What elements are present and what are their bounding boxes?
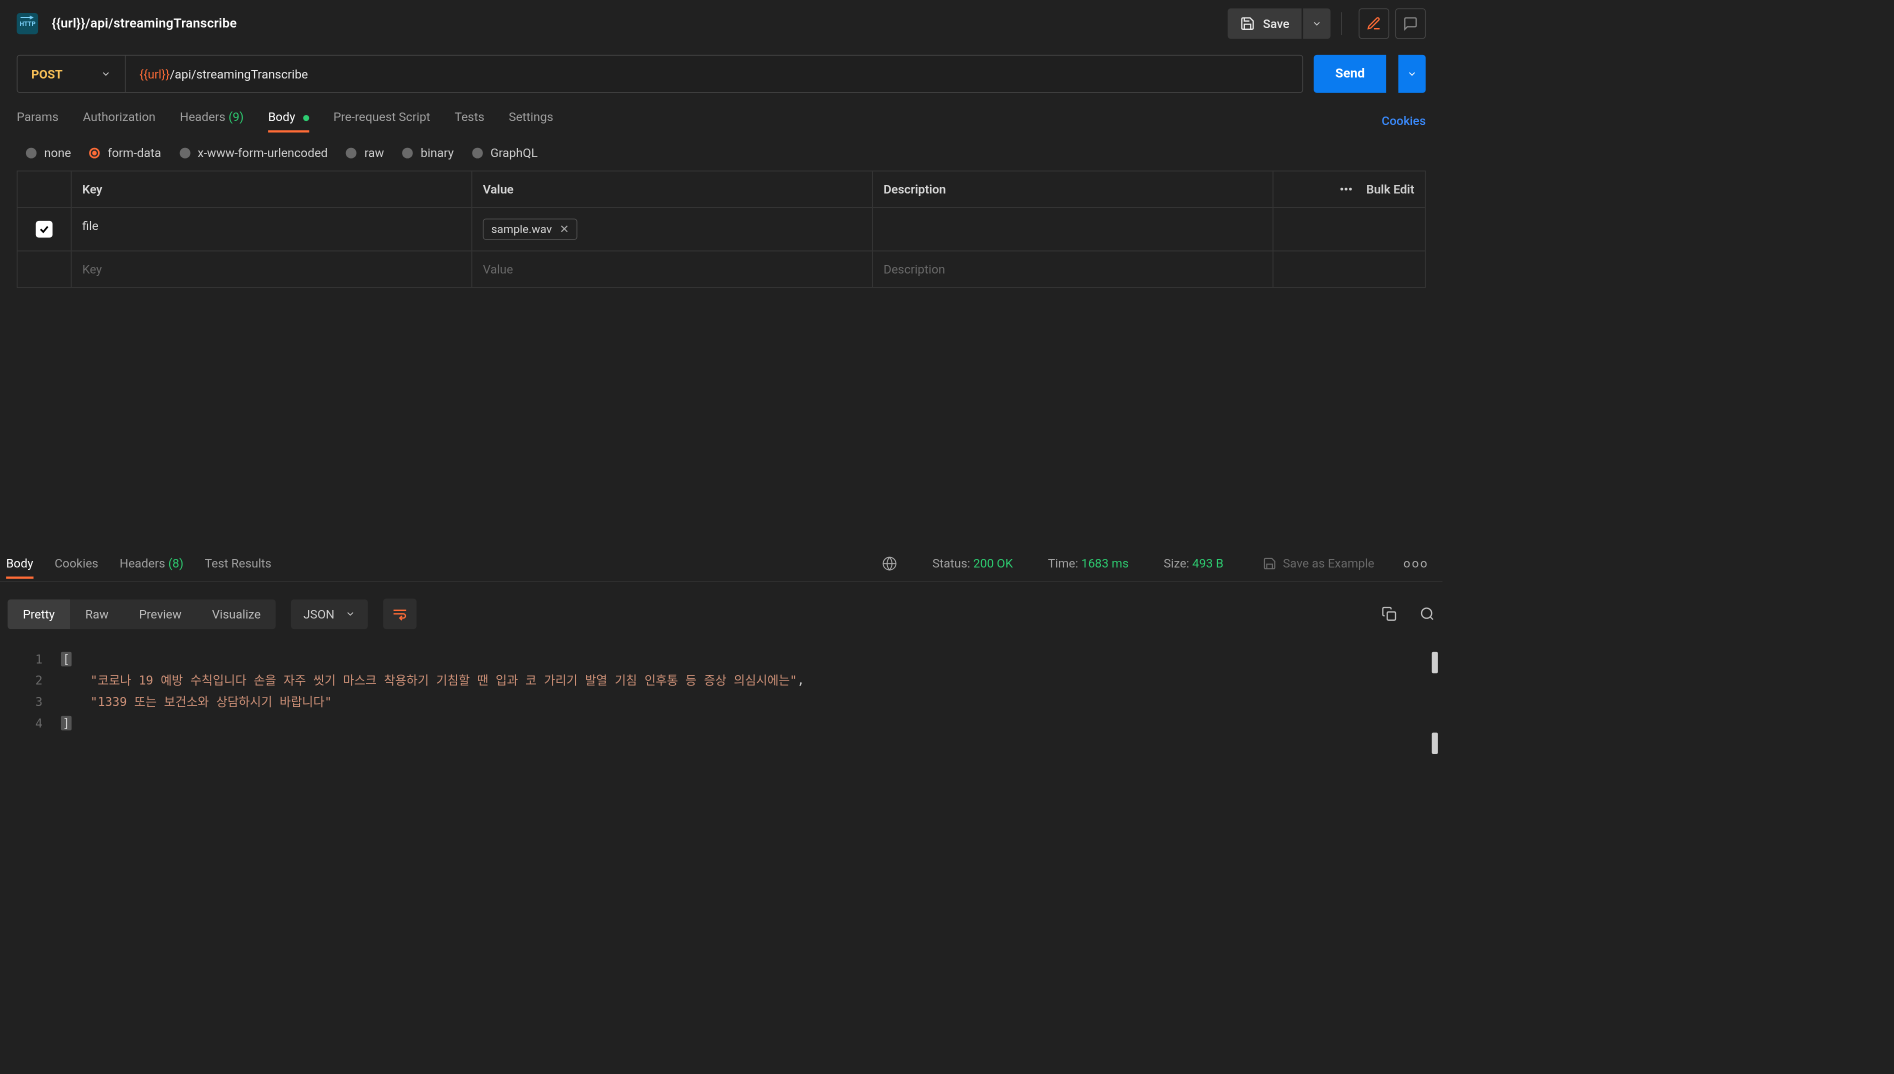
value-placeholder[interactable]: Value bbox=[471, 251, 872, 287]
body-modified-indicator bbox=[303, 115, 309, 121]
url-path: /api/streamingTranscribe bbox=[170, 67, 308, 81]
line-number: 3 bbox=[0, 692, 61, 713]
status-value: 200 OK bbox=[973, 556, 1013, 570]
line-number: 4 bbox=[0, 713, 61, 734]
scrollbar-thumb[interactable] bbox=[1432, 733, 1438, 754]
chevron-down-icon bbox=[345, 609, 356, 620]
code-line: 4] bbox=[0, 713, 1438, 734]
view-pretty[interactable]: Pretty bbox=[8, 599, 70, 629]
response-format-select[interactable]: JSON bbox=[291, 599, 368, 629]
row-key[interactable]: file bbox=[71, 208, 472, 251]
response-format-value: JSON bbox=[303, 607, 334, 621]
table-more-icon[interactable]: ••• bbox=[1340, 182, 1353, 196]
headers-count: (9) bbox=[228, 110, 243, 124]
url-variable: {{url}} bbox=[139, 67, 169, 81]
save-button[interactable]: Save bbox=[1228, 8, 1302, 38]
cookies-link[interactable]: Cookies bbox=[1382, 113, 1426, 127]
comment-button[interactable] bbox=[1395, 8, 1425, 38]
key-placeholder[interactable]: Key bbox=[71, 251, 472, 287]
http-method-icon: HTTP bbox=[17, 13, 38, 34]
code-line: 3 "1339 또는 보건소와 상담하시기 바랍니다" bbox=[0, 692, 1438, 713]
copy-response-icon[interactable] bbox=[1382, 606, 1397, 621]
time-block: Time: 1683 ms bbox=[1048, 556, 1129, 570]
body-type-form-data[interactable]: form-data bbox=[89, 145, 161, 159]
file-name: sample.wav bbox=[491, 222, 552, 236]
row-enable-checkbox[interactable] bbox=[36, 221, 53, 238]
table-row: Key Value Description bbox=[18, 251, 1425, 287]
line-number: 2 bbox=[0, 670, 61, 691]
code-line: 1[ bbox=[0, 649, 1438, 670]
scrollbar-thumb[interactable] bbox=[1432, 652, 1438, 673]
tab-body[interactable]: Body bbox=[268, 110, 309, 132]
save-dropdown[interactable] bbox=[1303, 8, 1330, 38]
response-headers-count: (8) bbox=[168, 556, 183, 570]
bulk-edit-link[interactable]: Bulk Edit bbox=[1366, 182, 1414, 196]
line-number: 1 bbox=[0, 649, 61, 670]
size-value: 493 B bbox=[1192, 556, 1223, 570]
send-button[interactable]: Send bbox=[1314, 55, 1386, 93]
table-row: file sample.wav ✕ bbox=[18, 208, 1425, 251]
body-type-binary[interactable]: binary bbox=[402, 145, 453, 159]
view-visualize[interactable]: Visualize bbox=[197, 599, 276, 629]
tab-headers[interactable]: Headers (9) bbox=[180, 110, 244, 132]
row-value[interactable]: sample.wav ✕ bbox=[471, 208, 872, 251]
body-type-urlencoded[interactable]: x-www-form-urlencoded bbox=[179, 145, 327, 159]
request-url-box[interactable]: POST {{url}}/api/streamingTranscribe bbox=[17, 55, 1304, 93]
time-value: 1683 ms bbox=[1081, 556, 1128, 570]
body-type-graphql[interactable]: GraphQL bbox=[472, 145, 538, 159]
form-data-table: Key Value Description ••• Bulk Edit file… bbox=[17, 171, 1426, 288]
response-tab-headers[interactable]: Headers (8) bbox=[120, 548, 184, 578]
save-label: Save bbox=[1263, 16, 1289, 30]
response-body[interactable]: 1[2 "코로나 19 예방 수칙입니다 손을 자주 씻기 마스크 착용하기 기… bbox=[0, 643, 1438, 818]
response-more-icon[interactable]: ooo bbox=[1403, 556, 1428, 570]
send-dropdown[interactable] bbox=[1398, 55, 1425, 93]
tab-tests[interactable]: Tests bbox=[455, 110, 485, 132]
response-tab-body[interactable]: Body bbox=[6, 548, 33, 578]
svg-text:HTTP: HTTP bbox=[20, 21, 36, 28]
view-raw[interactable]: Raw bbox=[70, 599, 124, 629]
size-block: Size: 493 B bbox=[1164, 556, 1224, 570]
col-value: Value bbox=[471, 171, 872, 207]
network-icon[interactable] bbox=[882, 556, 897, 571]
col-key: Key bbox=[71, 171, 472, 207]
save-as-example[interactable]: Save as Example bbox=[1263, 556, 1374, 570]
chevron-down-icon bbox=[101, 69, 112, 80]
send-label: Send bbox=[1335, 66, 1365, 81]
http-method-value: POST bbox=[31, 67, 62, 81]
file-chip[interactable]: sample.wav ✕ bbox=[483, 219, 578, 240]
col-description: Description bbox=[872, 171, 1273, 207]
tab-authorization[interactable]: Authorization bbox=[83, 110, 156, 132]
tab-settings[interactable]: Settings bbox=[509, 110, 553, 132]
request-url[interactable]: {{url}}/api/streamingTranscribe bbox=[126, 67, 322, 81]
view-preview[interactable]: Preview bbox=[124, 599, 197, 629]
response-tab-cookies[interactable]: Cookies bbox=[55, 548, 99, 578]
word-wrap-toggle[interactable] bbox=[383, 599, 417, 629]
row-description[interactable] bbox=[872, 208, 1273, 251]
tab-pre-request-script[interactable]: Pre-request Script bbox=[333, 110, 430, 132]
code-line: 2 "코로나 19 예방 수칙입니다 손을 자주 씻기 마스크 착용하기 기침할… bbox=[0, 670, 1438, 691]
response-view-mode: Pretty Raw Preview Visualize bbox=[8, 599, 276, 629]
response-tab-test-results[interactable]: Test Results bbox=[205, 548, 272, 578]
body-type-none[interactable]: none bbox=[26, 145, 71, 159]
remove-file-icon[interactable]: ✕ bbox=[559, 222, 569, 236]
rename-button[interactable] bbox=[1359, 8, 1389, 38]
status-block: Status: 200 OK bbox=[932, 556, 1012, 570]
request-title: {{url}}/api/streamingTranscribe bbox=[52, 16, 237, 31]
body-type-raw[interactable]: raw bbox=[346, 145, 384, 159]
tab-params[interactable]: Params bbox=[17, 110, 59, 132]
http-method-select[interactable]: POST bbox=[18, 56, 126, 93]
search-response-icon[interactable] bbox=[1420, 606, 1435, 621]
description-placeholder[interactable]: Description bbox=[872, 251, 1273, 287]
